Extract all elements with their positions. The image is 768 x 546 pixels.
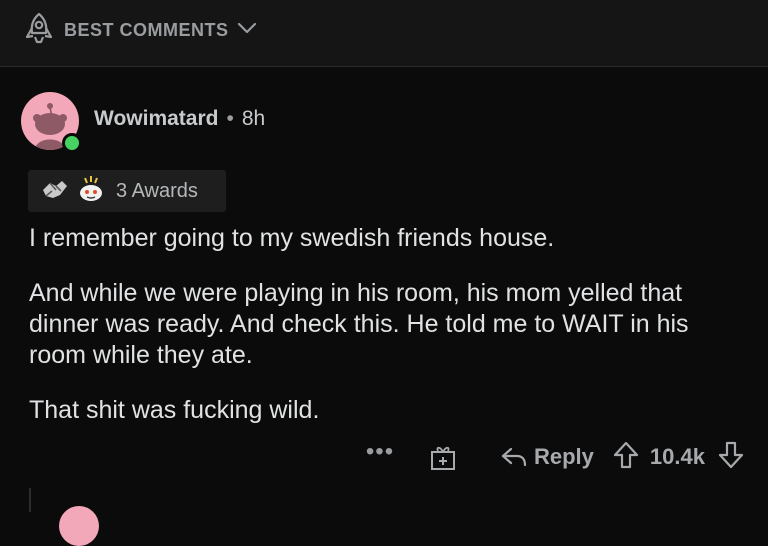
handshake-award-icon <box>40 176 70 207</box>
gift-award-button[interactable] <box>428 442 458 472</box>
comment-meta: Wowimatard • 8h <box>94 107 265 131</box>
comment-paragraph: And while we were playing in his room, h… <box>29 279 689 369</box>
upvote-icon <box>613 441 639 468</box>
comment-age: 8h <box>241 107 266 130</box>
username[interactable]: Wowimatard <box>94 107 218 131</box>
more-options-button[interactable]: ••• <box>360 438 400 466</box>
vote-count: 10.4k <box>649 444 705 469</box>
downvote-icon <box>718 441 744 468</box>
thread-line[interactable] <box>29 488 31 512</box>
downvote-button[interactable] <box>717 440 745 475</box>
comment-actions: ••• Reply 10.4k <box>360 437 745 477</box>
snoo-award-icon <box>76 174 106 209</box>
comment-body: I remember going to my swedish friends h… <box>29 223 729 426</box>
meta-separator: • <box>226 107 234 130</box>
reply-avatar[interactable] <box>59 506 99 546</box>
gift-icon <box>431 446 455 470</box>
sort-dropdown[interactable]: BEST COMMENTS <box>22 12 257 48</box>
vote-controls: 10.4k <box>612 440 745 475</box>
reply-label: Reply <box>534 444 594 469</box>
upvote-button[interactable] <box>612 440 640 475</box>
reply-button[interactable]: Reply <box>500 444 594 470</box>
comments-header: BEST COMMENTS <box>0 0 768 67</box>
comment-paragraph: That shit was fucking wild. <box>29 396 320 424</box>
rocket-icon <box>22 11 56 50</box>
sort-label: BEST COMMENTS <box>64 19 229 40</box>
chevron-down-icon <box>237 21 257 40</box>
online-status-dot <box>62 133 82 153</box>
awards-count: 3 Awards <box>116 179 198 202</box>
comment: Wowimatard • 8h 3 Awards I remember goin… <box>0 67 768 512</box>
comment-paragraph: I remember going to my swedish friends h… <box>29 224 555 252</box>
reply-arrow-icon <box>501 447 527 467</box>
awards-badge[interactable]: 3 Awards <box>28 170 226 212</box>
